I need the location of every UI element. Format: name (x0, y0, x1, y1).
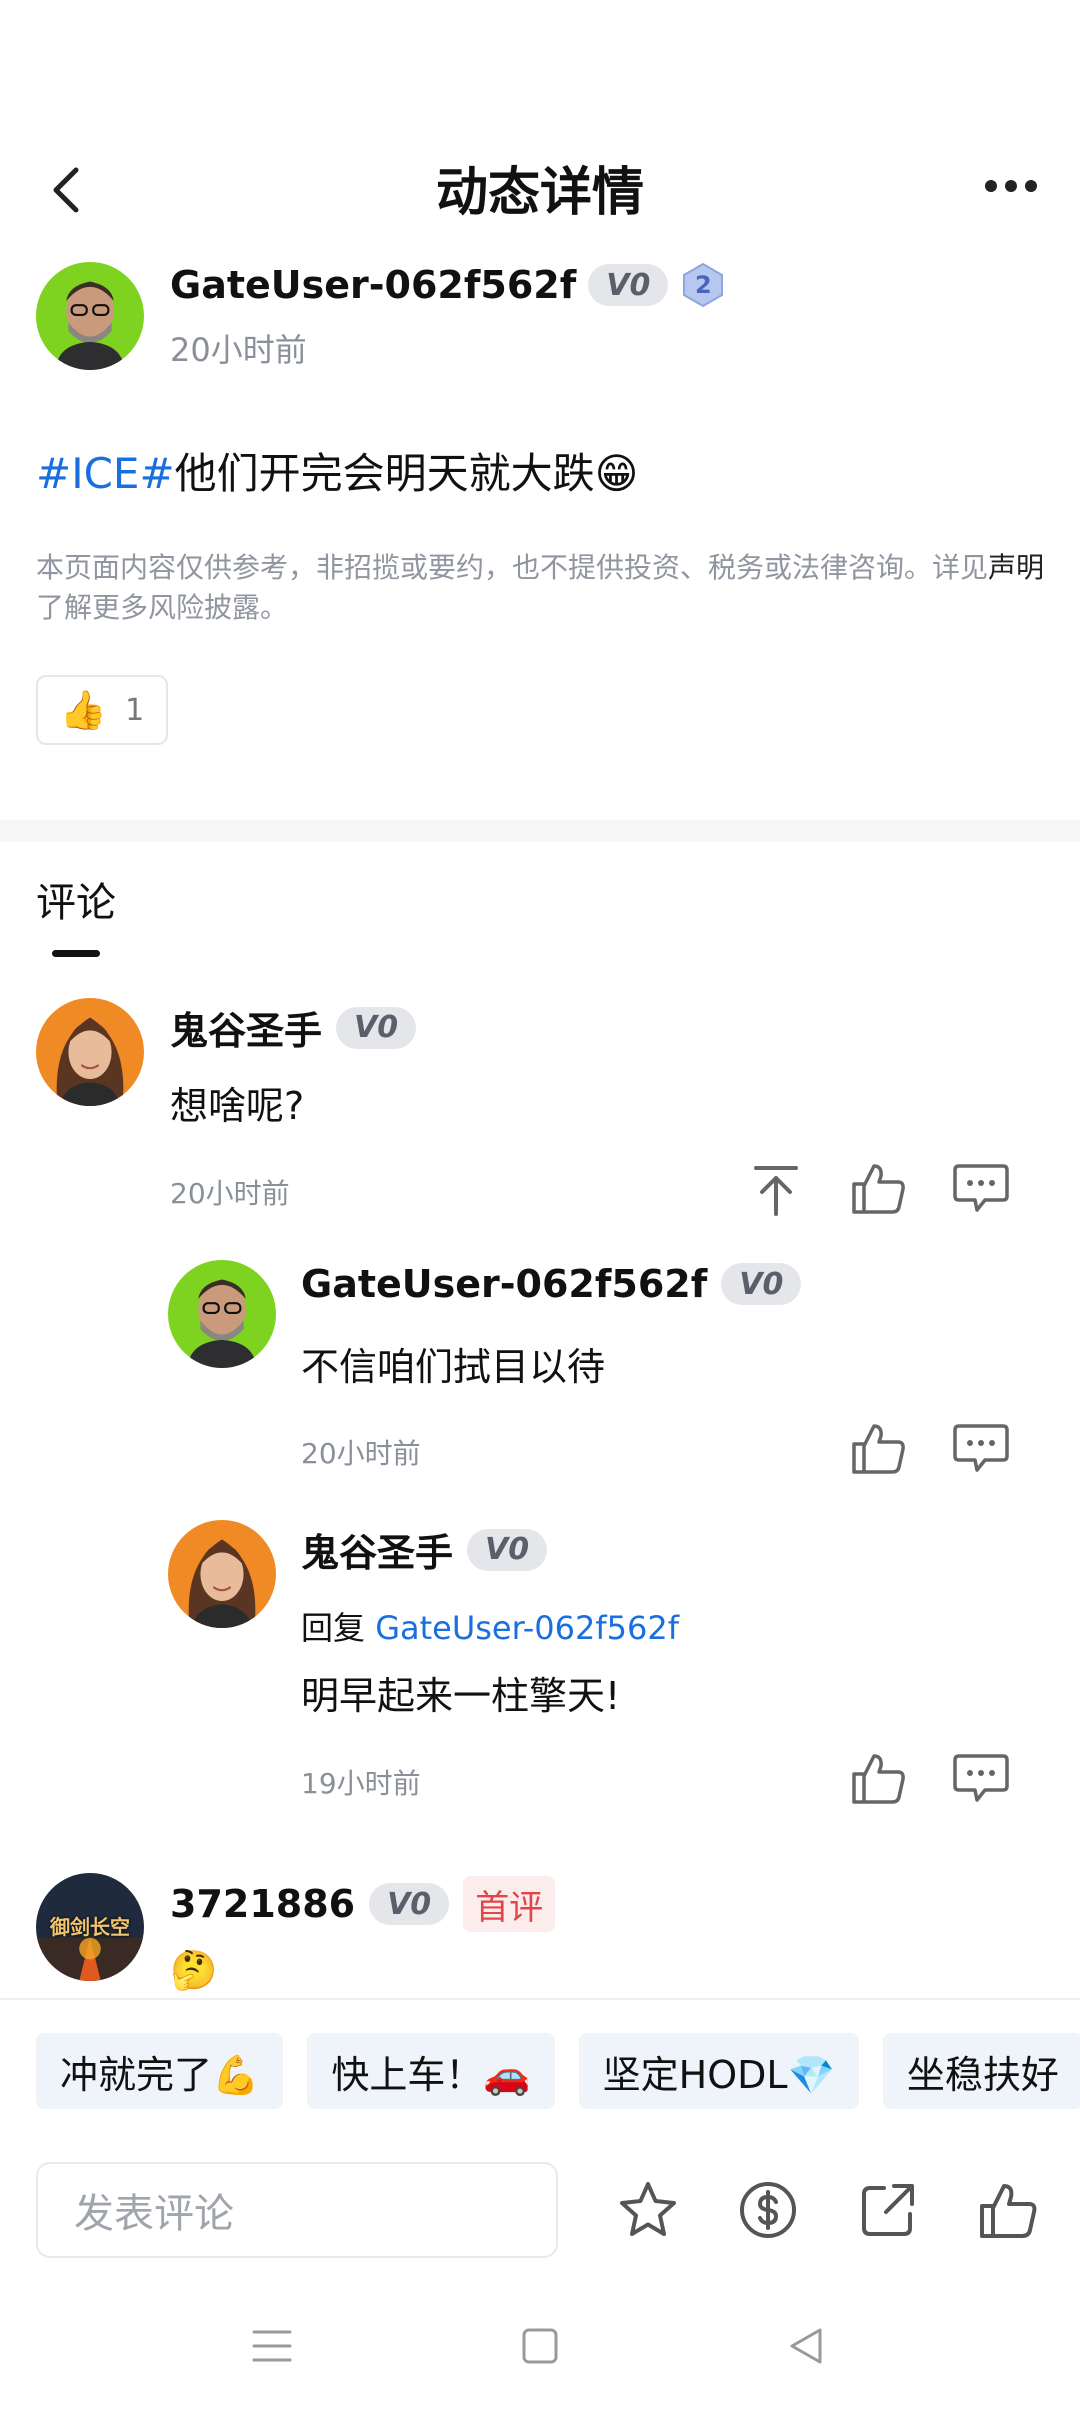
reply-avatar[interactable] (168, 1260, 276, 1368)
thumbs-up-icon (852, 1754, 905, 1804)
tab-indicator (52, 950, 100, 957)
section-divider (0, 820, 1080, 842)
disclaimer-text-end: 了解更多风险披露。 (36, 591, 289, 624)
man-avatar-icon (168, 1260, 276, 1368)
woman-avatar-icon (168, 1520, 276, 1628)
avatar-text: 御剑长空 (50, 1915, 130, 1939)
disclaimer: 本页面内容仅供参考，非招揽或要约，也不提供投资、税务或法律咨询。详见声明了解更多… (36, 548, 1046, 628)
rank-badge-number: 2 (694, 271, 712, 299)
grin-emoji: 😁 (594, 449, 639, 498)
comment-bubble-icon (953, 1424, 1009, 1472)
disclaimer-text: 本页面内容仅供参考，非招揽或要约，也不提供投资、税务或法律咨询。详见 (36, 551, 989, 584)
post-time: 20小时前 (170, 331, 307, 369)
quick-reply-chip[interactable]: 坚定HODL💎 (578, 2033, 859, 2109)
coin-dollar-icon (740, 2182, 796, 2238)
rank-badge-icon: 2 (680, 262, 726, 308)
reply-author[interactable]: 鬼谷圣手 (301, 1522, 453, 1577)
thumbs-up-icon (852, 1164, 905, 1214)
dot-icon (1005, 180, 1017, 192)
comment-author[interactable]: 鬼谷圣手 (170, 1000, 322, 1055)
star-icon (620, 2182, 676, 2236)
home-button[interactable] (518, 2324, 562, 2368)
comment-input[interactable]: 发表评论 (36, 2162, 558, 2258)
quick-reply-chip[interactable]: 冲就完了💪 (36, 2033, 284, 2109)
dot-icon (985, 180, 997, 192)
level-badge: V0 (467, 1528, 548, 1571)
comment-bubble-icon (953, 1164, 1009, 1212)
commenter-avatar[interactable]: 御剑长空 (36, 1873, 144, 1981)
reply-button[interactable] (951, 1748, 1011, 1808)
menu-icon (252, 2330, 292, 2362)
more-options-button[interactable] (985, 180, 1037, 192)
quick-reply-chip[interactable]: 坐稳扶好 (882, 2033, 1080, 2109)
reply-text: 不信咱们拭目以待 (301, 1345, 606, 1389)
author-name[interactable]: GateUser-062f562f (170, 263, 576, 307)
reply-prefix: 回复 (301, 1609, 366, 1647)
reply-header: 鬼谷圣手 V0 (301, 1522, 548, 1577)
comment-text: 🤔 (170, 1948, 218, 1992)
reply-to-line: 回复 GateUser-062f562f (301, 1603, 679, 1649)
quick-reply-list: 冲就完了💪 快上车！🚗 坚定HODL💎 坐稳扶好 (36, 2033, 1080, 2109)
reply-time: 19小时前 (301, 1767, 421, 1800)
like-count: 1 (125, 692, 145, 728)
like-button[interactable] (848, 1418, 908, 1478)
dot-icon (1025, 180, 1037, 192)
thumbs-up-icon (852, 1424, 905, 1474)
thumbs-up-icon (980, 2184, 1037, 2238)
quick-reply-chip[interactable]: 快上车！🚗 (307, 2033, 555, 2109)
level-badge: V0 (369, 1883, 450, 1925)
hashtag-link[interactable]: #ICE# (36, 449, 175, 498)
recent-apps-button[interactable] (250, 2324, 294, 2368)
square-icon (522, 2328, 558, 2364)
level-badge: V0 (588, 264, 669, 306)
reply-button[interactable] (951, 1158, 1011, 1218)
first-comment-badge: 首评 (463, 1876, 556, 1932)
reply-time: 20小时前 (301, 1437, 421, 1470)
arrow-to-top-icon (754, 1166, 798, 1216)
like-button[interactable] (848, 1158, 908, 1218)
post-content: #ICE#他们开完会明天就大跌😁 (36, 440, 638, 501)
reply-avatar[interactable] (168, 1520, 276, 1628)
thumbs-up-emoji: 👍 (59, 687, 108, 732)
man-avatar-icon (36, 262, 144, 370)
comment-header: 3721886 V0 首评 (170, 1876, 556, 1932)
page-title: 动态详情 (435, 163, 644, 223)
reply-author[interactable]: GateUser-062f562f (301, 1262, 707, 1306)
favorite-button[interactable] (616, 2178, 680, 2242)
share-icon (862, 2184, 914, 2236)
disclaimer-link[interactable]: 声明 (988, 551, 1044, 584)
post-text: 他们开完会明天就大跌 (174, 449, 595, 498)
woman-avatar-icon (36, 998, 144, 1106)
comments-tab[interactable]: 评论 (36, 870, 116, 928)
commenter-avatar[interactable] (36, 998, 144, 1106)
tip-button[interactable] (736, 2178, 800, 2242)
reply-button[interactable] (951, 1418, 1011, 1478)
like-post-button[interactable] (976, 2178, 1040, 2242)
comment-time: 20小时前 (170, 1177, 290, 1210)
system-back-button[interactable] (784, 2324, 828, 2368)
comment-author[interactable]: 3721886 (170, 1882, 355, 1926)
comment-text: 想啥呢? (170, 1084, 305, 1128)
author-avatar[interactable] (36, 262, 144, 370)
reply-to-user-link[interactable]: GateUser-062f562f (375, 1609, 679, 1647)
comment-header: 鬼谷圣手 V0 (170, 1000, 417, 1055)
comment-bubble-icon (953, 1754, 1009, 1802)
level-badge: V0 (336, 1006, 417, 1049)
share-button[interactable] (856, 2178, 920, 2242)
reply-text: 明早起来一柱擎天! (301, 1674, 621, 1718)
level-badge: V0 (721, 1263, 802, 1305)
triangle-back-icon (790, 2328, 822, 2364)
author-row: GateUser-062f562f V0 2 (170, 262, 726, 308)
pin-to-top-button[interactable] (746, 1160, 806, 1220)
panel-divider (0, 1998, 1080, 2000)
reaction-like-button[interactable]: 👍 1 (36, 675, 168, 745)
reply-header: GateUser-062f562f V0 (301, 1262, 802, 1306)
like-button[interactable] (848, 1748, 908, 1808)
